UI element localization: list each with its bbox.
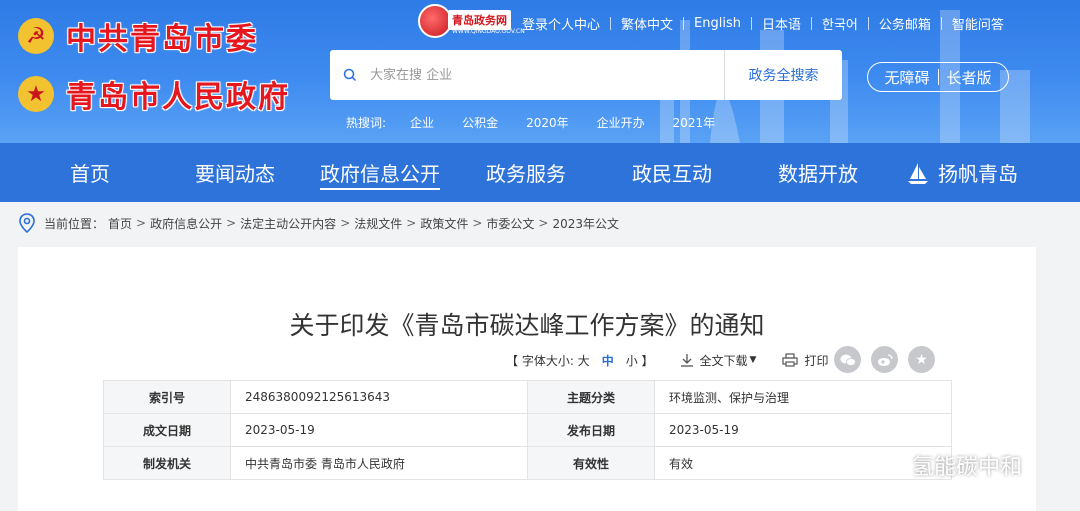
breadcrumb-item[interactable]: 2023年公文 [552,215,619,232]
download-icon [680,353,694,367]
meta-key: 有效性 [527,446,655,480]
hot-keyword[interactable]: 2021年 [673,114,716,131]
official-mail-link[interactable]: 公务邮箱 [869,14,941,33]
watermark-text: 氢能碳中和 [912,455,1023,480]
breadcrumb-item[interactable]: 政策文件 [420,215,468,232]
font-size-label[interactable]: 【 字体大小: 大 [506,352,590,369]
breadcrumb-separator: > [136,216,147,230]
qingdao-gov-site-badge[interactable]: 青岛政务网 WWW.QINGDAO.GOV.CN [418,4,525,44]
hot-keyword[interactable]: 企业开办 [597,114,645,131]
hot-keyword[interactable]: 企业 [410,114,434,131]
favorite-star-icon[interactable]: ★ [908,346,935,373]
nav-interaction[interactable]: 政民互动 [632,143,712,202]
location-pin-icon [18,213,38,233]
breadcrumb-separator: > [340,216,351,230]
search-icon [330,68,370,82]
japanese-link[interactable]: 日本语 [752,14,811,33]
hot-search-label: 热搜词: [346,116,387,130]
meta-value: 2486380092125613643 [230,380,528,414]
party-logo[interactable]: ☭ 中共青岛市委 [18,14,258,58]
meta-key: 制发机关 [103,446,231,480]
government-logo-text: 青岛市人民政府 [66,80,290,115]
table-row: 制发机关 中共青岛市委 青岛市人民政府 有效性 有效 [103,446,952,480]
breadcrumb-prefix: 当前位置： [44,216,105,231]
elder-mode-button[interactable]: 长者版 [947,67,992,88]
main-nav: 首页 要闻动态 政府信息公开 政务服务 政民互动 数据开放 扬帆青岛 [0,143,1080,202]
nav-home[interactable]: 首页 [70,143,110,202]
top-links: 登录个人中心 繁体中文 English 日本语 한국어 公务邮箱 智能问答 [512,14,1014,33]
globe-icon [418,4,452,38]
meta-value: 环境监测、保护与治理 [654,380,952,414]
meta-key: 索引号 [103,380,231,414]
meta-key: 主题分类 [527,380,655,414]
party-logo-text: 中共青岛市委 [66,22,258,57]
font-size-medium[interactable]: 中 [602,352,614,369]
smart-qa-link[interactable]: 智能问答 [942,14,1014,33]
wechat-watermark: 氢能碳中和 [866,449,1022,481]
document-title: 关于印发《青岛市碳达峰工作方案》的通知 [289,311,765,340]
printer-icon [782,353,799,367]
national-emblem-icon: ★ [18,76,54,112]
breadcrumb-separator: > [472,216,483,230]
table-row: 索引号 2486380092125613643 主题分类 环境监测、保护与治理 [103,380,952,414]
government-logo[interactable]: ★ 青岛市人民政府 [18,72,290,116]
hot-search: 热搜词: 企业 公积金 2020年 企业开办 2021年 [346,114,743,131]
nav-sail-qingdao-label: 扬帆青岛 [938,162,1018,186]
full-text-download-link[interactable]: 全文下载 [700,352,748,369]
table-row: 成文日期 2023-05-19 发布日期 2023-05-19 [103,413,952,447]
chevron-down-icon: ▼ [749,355,757,365]
korean-link[interactable]: 한국어 [812,14,868,33]
hot-keyword[interactable]: 2020年 [526,114,569,131]
nav-gov-info-disclosure[interactable]: 政府信息公开 [320,143,440,202]
breadcrumb-separator: > [226,216,237,230]
site-badge-name: 青岛政务网 [448,10,511,30]
search-bar: 政务全搜索 [330,50,842,100]
breadcrumb-item[interactable]: 政府信息公开 [150,215,222,232]
meta-value: 2023-05-19 [230,413,528,447]
breadcrumb: 当前位置： 首页 > 政府信息公开 > 法定主动公开内容 > 法规文件 > 政策… [18,213,623,233]
barrier-free-button[interactable]: 无障碍 [884,67,929,88]
meta-value: 2023-05-19 [654,413,952,447]
print-link[interactable]: 打印 [804,352,828,369]
search-input[interactable] [370,51,724,99]
meta-key: 成文日期 [103,413,231,447]
divider [937,69,939,85]
wechat-logo-icon [866,451,904,479]
breadcrumb-item[interactable]: 法规文件 [354,215,402,232]
breadcrumb-item[interactable]: 首页 [108,215,132,232]
sail-icon [906,161,930,185]
weibo-share-icon[interactable] [871,346,898,373]
document-meta-table: 索引号 2486380092125613643 主题分类 环境监测、保护与治理 … [103,380,952,480]
nav-open-data[interactable]: 数据开放 [778,143,858,202]
wechat-share-icon[interactable] [834,346,861,373]
nav-sail-qingdao[interactable]: 扬帆青岛 [906,143,1018,202]
breadcrumb-separator: > [406,216,417,230]
traditional-chinese-link[interactable]: 繁体中文 [611,14,683,33]
english-link[interactable]: English [684,16,751,31]
nav-news[interactable]: 要闻动态 [195,143,275,202]
site-header: ☭ 中共青岛市委 ★ 青岛市人民政府 青岛政务网 WWW.QINGDAO.GOV… [0,0,1080,143]
accessibility-toggle: 无障碍 长者版 [867,62,1009,92]
hot-keyword[interactable]: 公积金 [462,114,498,131]
font-size-small[interactable]: 小 】 [626,352,654,369]
meta-key: 发布日期 [527,413,655,447]
meta-value: 中共青岛市委 青岛市人民政府 [230,446,528,480]
article-tools: 【 字体大小: 大 中 小 】 全文下载 ▼ 打印 [506,350,828,370]
search-all-button[interactable]: 政务全搜索 [724,50,842,100]
breadcrumb-separator: > [538,216,549,230]
breadcrumb-item[interactable]: 市委公文 [486,215,534,232]
breadcrumb-item[interactable]: 法定主动公开内容 [240,215,336,232]
login-link[interactable]: 登录个人中心 [512,14,610,33]
nav-gov-services[interactable]: 政务服务 [486,143,566,202]
party-emblem-icon: ☭ [18,18,54,54]
